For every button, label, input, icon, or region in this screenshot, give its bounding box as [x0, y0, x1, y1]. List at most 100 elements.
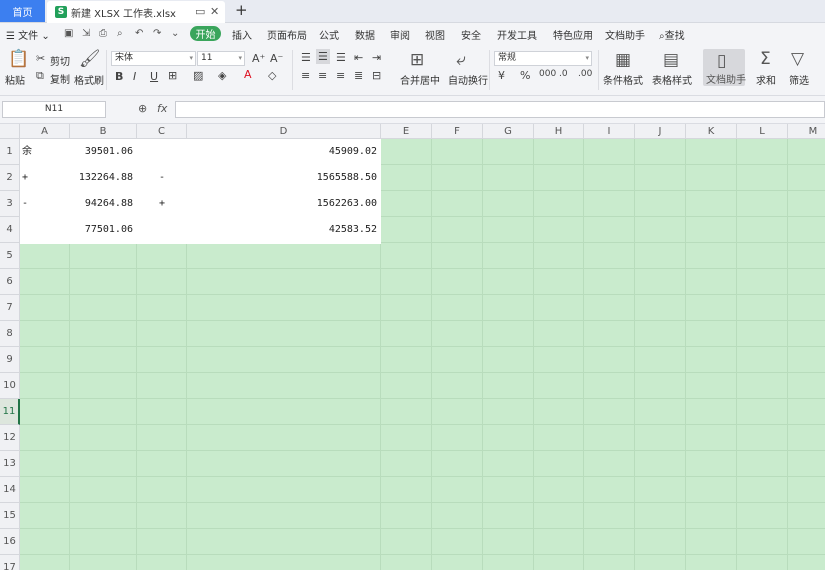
zoom-icon[interactable]: ⊕	[138, 102, 147, 115]
paste-icon[interactable]: 📋	[8, 49, 29, 69]
close-icon[interactable]: ✕	[210, 5, 219, 18]
border-icon[interactable]: ⊞	[168, 69, 177, 82]
save-icon[interactable]: ▣	[64, 28, 73, 39]
column-header-C[interactable]: C	[137, 124, 187, 139]
row-header-16[interactable]: 16	[0, 529, 20, 555]
number-format-select[interactable]: 常规 ▾	[494, 51, 592, 66]
menu-developer[interactable]: 开发工具	[497, 27, 537, 42]
currency-icon[interactable]: ¥	[498, 69, 505, 82]
copy-button[interactable]: 复制	[50, 71, 70, 86]
menu-doc-assistant[interactable]: 文档助手	[605, 27, 645, 42]
row-header-14[interactable]: 14	[0, 477, 20, 503]
decrease-font-icon[interactable]: A⁻	[270, 52, 283, 65]
filter-icon[interactable]: ▽	[791, 49, 804, 69]
italic-icon[interactable]: I	[133, 70, 136, 83]
bold-icon[interactable]: B	[115, 70, 123, 83]
row-header-8[interactable]: 8	[0, 321, 20, 347]
row-header-7[interactable]: 7	[0, 295, 20, 321]
new-tab-button[interactable]: +	[235, 1, 248, 19]
increase-decimal-icon[interactable]: .0	[559, 69, 568, 79]
menu-view[interactable]: 视图	[425, 27, 445, 42]
row-header-4[interactable]: 4	[0, 217, 20, 243]
column-header-J[interactable]: J	[635, 124, 686, 139]
conditional-format-button[interactable]: 条件格式	[603, 72, 643, 87]
export-icon[interactable]: ⇲	[82, 28, 90, 39]
formula-input[interactable]	[175, 101, 825, 118]
column-header-G[interactable]: G	[483, 124, 534, 139]
cell-B1[interactable]: 39501.06	[72, 139, 133, 165]
row-header-17[interactable]: 17	[0, 555, 20, 570]
cell-C3[interactable]: +	[139, 191, 183, 217]
menu-file[interactable]: ☰ 文件 ⌄	[6, 27, 50, 42]
font-color-icon[interactable]: A	[244, 68, 252, 81]
cell-D4[interactable]: 42583.52	[189, 217, 377, 243]
row-header-13[interactable]: 13	[0, 451, 20, 477]
column-header-L[interactable]: L	[737, 124, 788, 139]
menu-page-layout[interactable]: 页面布局	[267, 27, 307, 42]
menu-search[interactable]: ⌕查找	[659, 27, 685, 42]
cell-A1[interactable]: 余	[22, 139, 66, 165]
sum-button[interactable]: 求和	[756, 72, 776, 87]
format-painter-icon[interactable]: 🖌	[79, 49, 101, 69]
justify-icon[interactable]: ≣	[354, 69, 363, 82]
customize-icon[interactable]: ⌄	[171, 28, 179, 39]
cell-B2[interactable]: 132264.88	[72, 165, 133, 191]
menu-security[interactable]: 安全	[461, 27, 481, 42]
row-header-15[interactable]: 15	[0, 503, 20, 529]
align-left-icon[interactable]: ≡	[301, 69, 310, 82]
merge-center-icon[interactable]: ⊞	[410, 50, 424, 70]
row-header-6[interactable]: 6	[0, 269, 20, 295]
row-header-10[interactable]: 10	[0, 373, 20, 399]
menu-review[interactable]: 审阅	[390, 27, 410, 42]
redo-icon[interactable]: ↷	[153, 28, 161, 39]
menu-features[interactable]: 特色应用	[553, 27, 593, 42]
fill-color-icon[interactable]: ◈	[218, 69, 226, 82]
indent-icon[interactable]: ⇥	[372, 51, 381, 64]
font-name-select[interactable]: 宋体 ▾	[111, 51, 196, 66]
align-center-icon[interactable]: ≡	[318, 69, 327, 82]
cell-A3[interactable]: -	[22, 191, 66, 217]
menu-start[interactable]: 开始	[190, 26, 221, 41]
underline-icon[interactable]: U	[150, 70, 158, 83]
column-header-I[interactable]: I	[584, 124, 635, 139]
wrap-text-icon[interactable]: ⤶	[456, 50, 466, 70]
column-header-B[interactable]: B	[70, 124, 137, 139]
name-box[interactable]: N11	[2, 101, 106, 118]
format-painter-button[interactable]: 格式刷	[74, 72, 104, 87]
row-header-2[interactable]: 2	[0, 165, 20, 191]
merge-center-button[interactable]: 合并居中	[400, 72, 440, 87]
pin-icon[interactable]: ▭	[195, 5, 205, 18]
align-top-icon[interactable]: ☰	[301, 51, 311, 64]
menu-formula[interactable]: 公式	[319, 27, 339, 42]
cell-D3[interactable]: 1562263.00	[189, 191, 377, 217]
cell-D2[interactable]: 1565588.50	[189, 165, 377, 191]
row-header-3[interactable]: 3	[0, 191, 20, 217]
column-header-A[interactable]: A	[20, 124, 70, 139]
cut-button[interactable]: 剪切	[50, 53, 70, 68]
column-header-D[interactable]: D	[187, 124, 381, 139]
doc-assistant-button[interactable]: ▯ 文档助手	[703, 49, 746, 86]
column-header-K[interactable]: K	[686, 124, 737, 139]
undo-icon[interactable]: ↶	[135, 28, 143, 39]
cell-D1[interactable]: 45909.02	[189, 139, 377, 165]
increase-font-icon[interactable]: A⁺	[252, 52, 265, 65]
cell-B4[interactable]: 77501.06	[72, 217, 133, 243]
table-style-icon[interactable]: ▤	[663, 50, 679, 70]
column-header-M[interactable]: M	[788, 124, 825, 139]
copy-icon[interactable]: ⧉	[36, 69, 44, 83]
fx-icon[interactable]: fx	[157, 102, 167, 115]
distributed-icon[interactable]: ⊟	[372, 69, 381, 82]
align-bottom-icon[interactable]: ☰	[336, 51, 346, 64]
filter-button[interactable]: 筛选	[789, 72, 809, 87]
cell-A2[interactable]: +	[22, 165, 66, 191]
cell-C2[interactable]: -	[139, 165, 183, 191]
clear-icon[interactable]: ◇	[268, 69, 276, 82]
align-right-icon[interactable]: ≡	[336, 69, 345, 82]
table-style-button[interactable]: 表格样式	[652, 72, 692, 87]
thousands-icon[interactable]: 000	[539, 69, 556, 79]
cell-B3[interactable]: 94264.88	[72, 191, 133, 217]
font-size-select[interactable]: 11 ▾	[197, 51, 245, 66]
outdent-icon[interactable]: ⇤	[354, 51, 363, 64]
menu-data[interactable]: 数据	[355, 27, 375, 42]
row-header-12[interactable]: 12	[0, 425, 20, 451]
